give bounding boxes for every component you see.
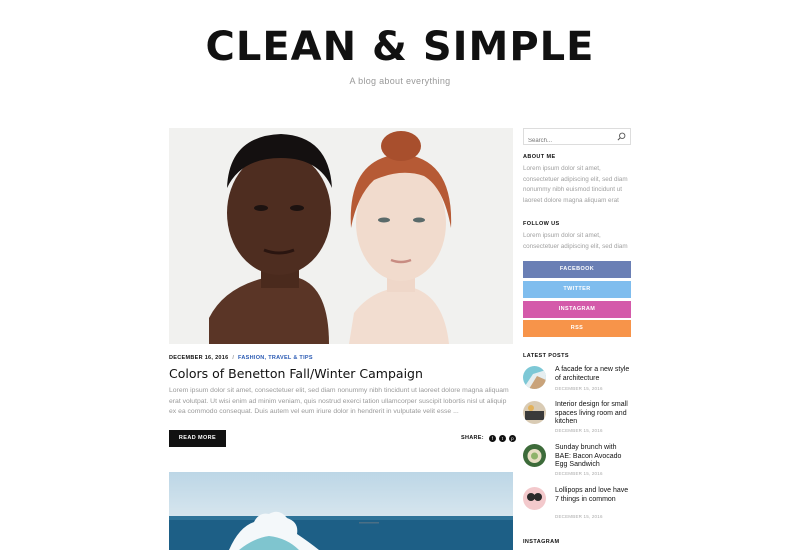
about-title: ABOUT ME <box>523 154 556 160</box>
rss-button[interactable]: RSS <box>523 320 631 337</box>
follow-text: Lorem ipsum dolor sit amet, consectetuer… <box>523 232 628 250</box>
latest-post-date: DECEMBER 15, 2016 <box>555 386 603 391</box>
portrait-illustration <box>169 128 513 344</box>
meta-separator: / <box>232 355 235 361</box>
latest-post-thumb[interactable] <box>523 487 546 510</box>
latest-posts-title: LATEST POSTS <box>523 353 569 359</box>
latest-post-date: DECEMBER 15, 2016 <box>555 514 603 519</box>
post-featured-image[interactable] <box>169 128 513 344</box>
twitter-button[interactable]: TWITTER <box>523 281 631 298</box>
site-title[interactable]: CLEAN & SIMPLE <box>0 24 800 70</box>
twitter-icon[interactable]: t <box>498 434 506 442</box>
post-title[interactable]: Colors of Benetton Fall/Winter Campaign <box>169 366 423 381</box>
share-label: SHARE: <box>461 435 484 441</box>
share-bar: SHARE: f t p <box>461 433 516 443</box>
latest-post-title[interactable]: Interior design for small spaces living … <box>555 401 633 427</box>
search-icon[interactable] <box>617 132 626 141</box>
post-meta: DECEMBER 16, 2016 / FASHION, TRAVEL & TI… <box>169 355 313 361</box>
post-excerpt: Lorem ipsum dolor sit amet, consectetuer… <box>169 387 509 415</box>
facebook-button[interactable]: FACEBOOK <box>523 261 631 278</box>
site-tagline: A blog about everything <box>349 76 451 86</box>
latest-post-title[interactable]: Sunday brunch with BAE: Bacon Avocado Eg… <box>555 444 633 470</box>
follow-title: FOLLOW US <box>523 221 560 227</box>
latest-post-date: DECEMBER 15, 2016 <box>555 471 603 476</box>
latest-post-date: DECEMBER 15, 2016 <box>555 428 603 433</box>
search-input[interactable] <box>524 133 614 149</box>
latest-post-thumb[interactable] <box>523 444 546 467</box>
post2-featured-image[interactable] <box>169 472 513 550</box>
latest-post-title[interactable]: A facade for a new style of architecture <box>555 366 633 383</box>
latest-post-thumb[interactable] <box>523 366 546 389</box>
latest-post-title[interactable]: Lollipops and love have 7 things in comm… <box>555 487 633 504</box>
post-categories[interactable]: FASHION, TRAVEL & TIPS <box>238 355 313 361</box>
pinterest-icon[interactable]: p <box>508 434 516 442</box>
post-date: DECEMBER 16, 2016 <box>169 355 229 361</box>
search-box <box>523 128 631 149</box>
read-more-button[interactable]: READ MORE <box>169 430 226 447</box>
facebook-icon[interactable]: f <box>488 434 496 442</box>
instagram-title: INSTAGRAM <box>523 539 560 545</box>
about-text: Lorem ipsum dolor sit amet, consectetuer… <box>523 165 628 204</box>
latest-post-thumb[interactable] <box>523 401 546 424</box>
instagram-button[interactable]: INSTAGRAM <box>523 301 631 318</box>
ocean-wave-illustration <box>169 472 513 550</box>
